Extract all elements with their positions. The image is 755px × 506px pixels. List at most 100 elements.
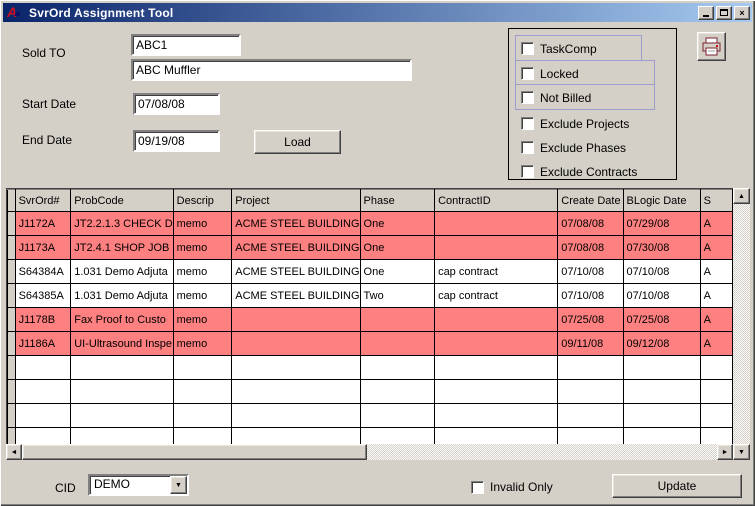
grid-row[interactable] xyxy=(8,380,733,404)
grid-cell[interactable]: UI-Ultrasound Inspe xyxy=(71,332,173,356)
sold-to-code-input[interactable] xyxy=(131,34,241,56)
grid-cell[interactable]: 1.031 Demo Adjuta xyxy=(71,284,173,308)
grid-cell[interactable] xyxy=(435,332,558,356)
grid-cell[interactable] xyxy=(15,428,71,445)
grid-cell[interactable]: 07/25/08 xyxy=(623,308,700,332)
sold-to-name-input[interactable] xyxy=(131,59,412,81)
grid-horizontal-scrollbar[interactable]: ◄ ► xyxy=(6,444,733,460)
grid-cell[interactable]: One xyxy=(360,212,435,236)
grid-cell[interactable] xyxy=(360,428,435,445)
grid-cell[interactable]: J1173A xyxy=(15,236,71,260)
grid-column-header[interactable]: ProbCode xyxy=(71,190,173,212)
row-selector[interactable] xyxy=(8,284,16,308)
grid-column-header[interactable]: S xyxy=(700,190,732,212)
grid-vertical-scrollbar[interactable]: ▲ ▼ xyxy=(733,188,750,460)
cid-dropdown[interactable]: DEMO ▼ xyxy=(88,474,189,496)
grid-cell[interactable] xyxy=(435,428,558,445)
grid-cell[interactable]: A xyxy=(700,284,732,308)
grid-cell[interactable] xyxy=(700,356,732,380)
grid-cell[interactable] xyxy=(558,380,623,404)
grid-cell[interactable] xyxy=(435,380,558,404)
grid-cell[interactable] xyxy=(360,380,435,404)
grid-cell[interactable]: memo xyxy=(173,212,232,236)
grid-cell[interactable]: Fax Proof to Custo xyxy=(71,308,173,332)
grid-cell[interactable]: 07/10/08 xyxy=(558,260,623,284)
grid-cell[interactable]: ACME STEEL BUILDING xyxy=(232,236,360,260)
grid-cell[interactable] xyxy=(232,404,360,428)
grid-cell[interactable] xyxy=(232,428,360,445)
grid-cell[interactable] xyxy=(71,428,173,445)
grid-cell[interactable]: A xyxy=(700,308,732,332)
grid-cell[interactable] xyxy=(700,428,732,445)
grid-cell[interactable]: 07/29/08 xyxy=(623,212,700,236)
dropdown-arrow-button[interactable]: ▼ xyxy=(170,476,187,494)
exclude-contracts-checkbox[interactable] xyxy=(521,165,534,178)
grid-cell[interactable]: J1178B xyxy=(15,308,71,332)
not-billed-checkbox[interactable] xyxy=(521,91,534,104)
grid-cell[interactable]: ACME STEEL BUILDING xyxy=(232,284,360,308)
grid-row[interactable] xyxy=(8,356,733,380)
grid-cell[interactable]: J1172A xyxy=(15,212,71,236)
grid-column-header[interactable]: ContractID xyxy=(435,190,558,212)
grid-cell[interactable] xyxy=(435,308,558,332)
grid-cell[interactable] xyxy=(435,356,558,380)
grid-column-header[interactable]: Create Date xyxy=(558,190,623,212)
grid-cell[interactable] xyxy=(173,404,232,428)
grid-cell[interactable] xyxy=(360,332,435,356)
grid-cell[interactable] xyxy=(623,404,700,428)
grid-column-header[interactable]: SvrOrd# xyxy=(15,190,71,212)
grid-cell[interactable] xyxy=(435,404,558,428)
grid-cell[interactable]: JT2.4.1 SHOP JOB xyxy=(71,236,173,260)
grid-cell[interactable] xyxy=(71,380,173,404)
grid-cell[interactable]: 1.031 Demo Adjuta xyxy=(71,260,173,284)
locked-checkbox[interactable] xyxy=(521,67,534,80)
row-selector[interactable] xyxy=(8,380,16,404)
row-selector[interactable] xyxy=(8,308,16,332)
grid-row[interactable]: J1178BFax Proof to Customemo07/25/0807/2… xyxy=(8,308,733,332)
grid-cell[interactable]: memo xyxy=(173,308,232,332)
grid-cell[interactable] xyxy=(232,380,360,404)
close-button[interactable]: × xyxy=(734,6,750,20)
grid-row[interactable]: J1172AJT2.2.1.3 CHECK DmemoACME STEEL BU… xyxy=(8,212,733,236)
grid-cell[interactable]: memo xyxy=(173,332,232,356)
grid-cell[interactable] xyxy=(15,404,71,428)
grid-column-header[interactable]: Descrip xyxy=(173,190,232,212)
grid-cell[interactable]: A xyxy=(700,236,732,260)
grid-cell[interactable] xyxy=(700,380,732,404)
grid-row[interactable]: S64385A1.031 Demo AdjutamemoACME STEEL B… xyxy=(8,284,733,308)
grid-cell[interactable] xyxy=(360,308,435,332)
grid-cell[interactable] xyxy=(232,332,360,356)
row-selector[interactable] xyxy=(8,236,16,260)
grid-cell[interactable]: cap contract xyxy=(435,260,558,284)
grid-cell[interactable] xyxy=(173,356,232,380)
row-selector[interactable] xyxy=(8,212,16,236)
grid-row[interactable]: S64384A1.031 Demo AdjutamemoACME STEEL B… xyxy=(8,260,733,284)
grid-column-header[interactable]: Phase xyxy=(360,190,435,212)
update-button[interactable]: Update xyxy=(612,474,742,498)
grid-cell[interactable]: One xyxy=(360,236,435,260)
row-selector[interactable] xyxy=(8,332,16,356)
grid-column-header[interactable]: BLogic Date xyxy=(623,190,700,212)
grid-cell[interactable]: 07/10/08 xyxy=(558,284,623,308)
grid-cell[interactable]: 07/10/08 xyxy=(623,284,700,308)
grid-cell[interactable]: 09/12/08 xyxy=(623,332,700,356)
grid-cell[interactable]: A xyxy=(700,260,732,284)
grid-cell[interactable] xyxy=(558,428,623,445)
grid-cell[interactable] xyxy=(15,380,71,404)
scroll-right-button[interactable]: ► xyxy=(717,444,733,460)
grid-cell[interactable]: S64385A xyxy=(15,284,71,308)
start-date-input[interactable] xyxy=(133,93,220,115)
grid-cell[interactable] xyxy=(15,356,71,380)
grid-cell[interactable] xyxy=(232,308,360,332)
vertical-scroll-track[interactable] xyxy=(733,204,750,444)
grid-cell[interactable]: A xyxy=(700,332,732,356)
scroll-down-button[interactable]: ▼ xyxy=(733,444,750,460)
row-selector[interactable] xyxy=(8,404,16,428)
grid-cell[interactable]: Two xyxy=(360,284,435,308)
taskcomp-checkbox[interactable] xyxy=(521,42,534,55)
grid-row[interactable] xyxy=(8,428,733,445)
load-button[interactable]: Load xyxy=(254,130,341,154)
grid-row[interactable] xyxy=(8,404,733,428)
scroll-left-button[interactable]: ◄ xyxy=(6,444,22,460)
grid-cell[interactable]: S64384A xyxy=(15,260,71,284)
